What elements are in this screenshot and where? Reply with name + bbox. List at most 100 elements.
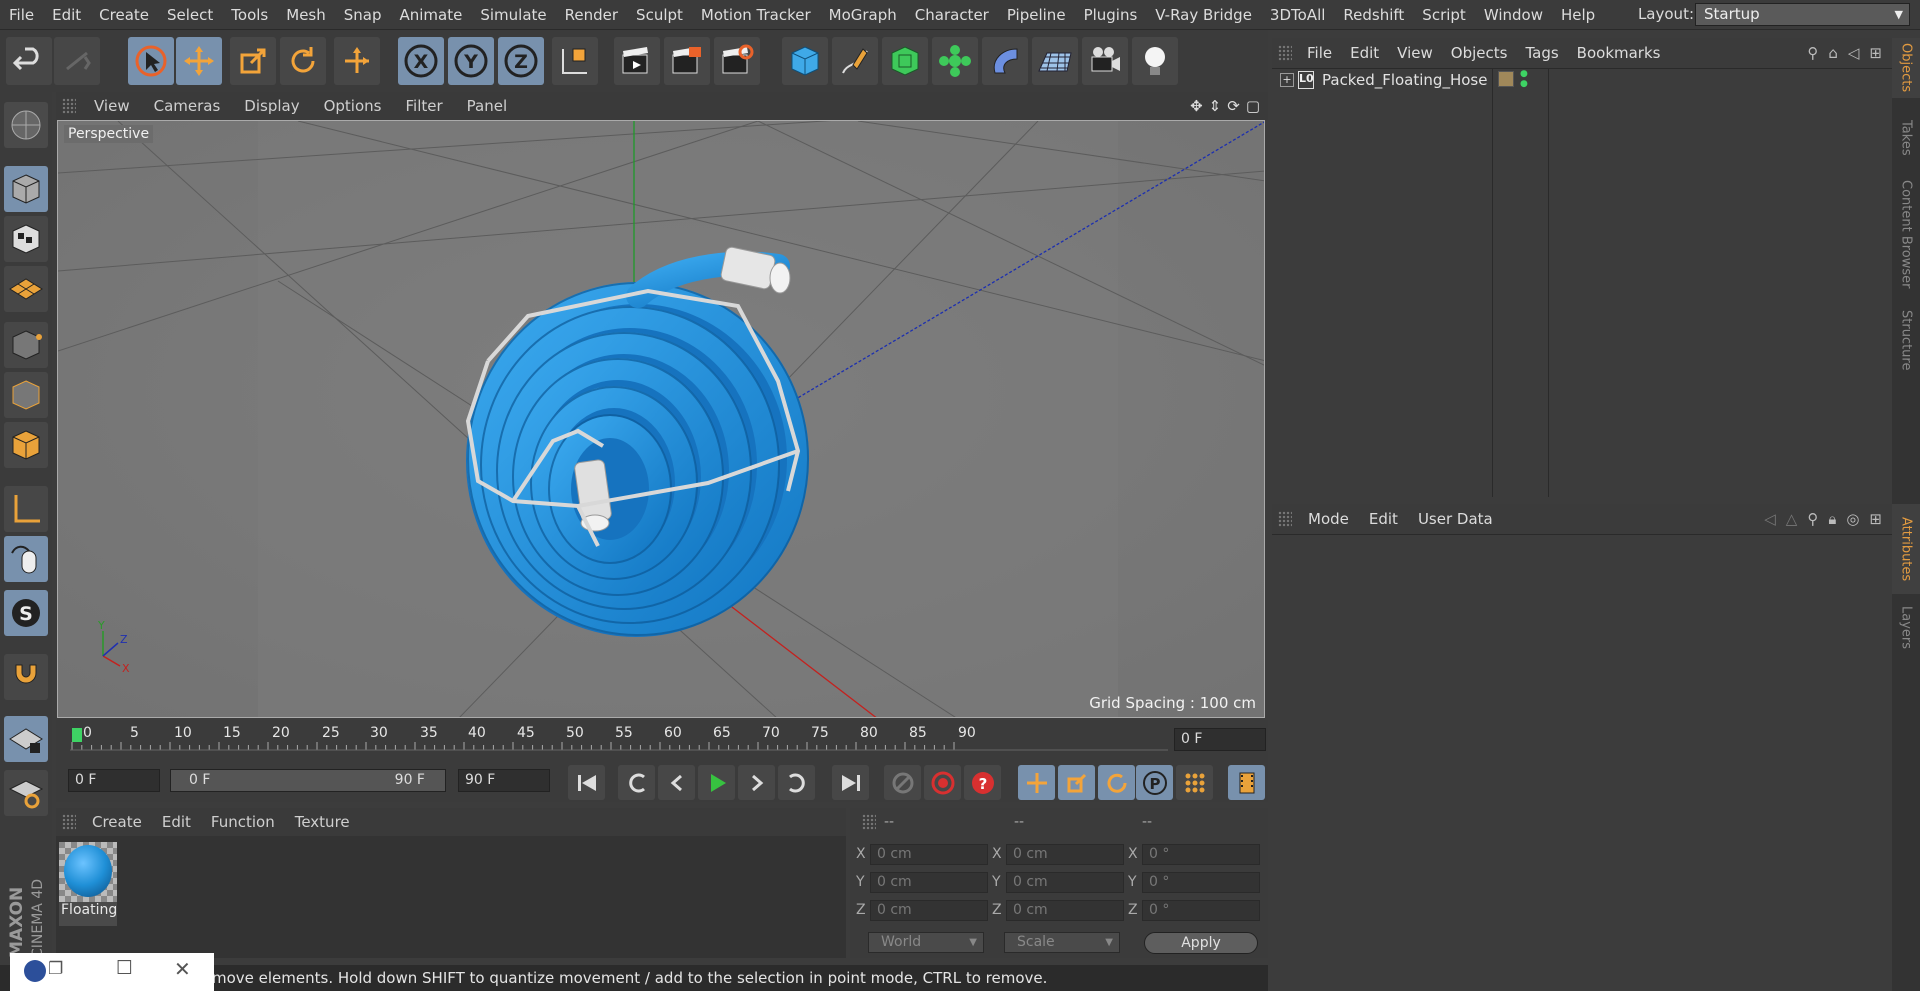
material-menu-edit[interactable]: Edit	[152, 813, 201, 831]
apply-button[interactable]: Apply	[1144, 932, 1258, 954]
back-icon[interactable]: ◁	[1848, 44, 1860, 62]
parameter-key-button[interactable]: P	[1136, 765, 1173, 800]
menu-vray-bridge[interactable]: V-Ray Bridge	[1146, 6, 1261, 24]
tab-takes[interactable]: Takes	[1892, 108, 1920, 168]
planar-workplane-button[interactable]	[4, 770, 48, 816]
close-icon[interactable]: ✕	[174, 957, 191, 981]
tab-content-browser[interactable]: Content Browser	[1892, 174, 1920, 294]
search-icon[interactable]: ⚲	[1807, 510, 1818, 528]
autokeying-button[interactable]	[924, 765, 961, 800]
previous-key-button[interactable]	[618, 765, 655, 800]
point-level-animation-button[interactable]	[1176, 765, 1213, 800]
floor-button[interactable]	[1032, 37, 1078, 85]
menu-mesh[interactable]: Mesh	[277, 6, 335, 24]
menu-redshift[interactable]: Redshift	[1334, 6, 1413, 24]
viewport-menu-cameras[interactable]: Cameras	[142, 97, 233, 115]
perspective-viewport[interactable]: Y X Z Perspective Grid Spacing : 100 cm	[57, 120, 1265, 718]
menu-simulate[interactable]: Simulate	[471, 6, 555, 24]
coordinate-system-button[interactable]	[552, 37, 598, 85]
orbit-icon[interactable]: ⟳	[1227, 97, 1240, 115]
maximize-view-icon[interactable]: ▢	[1246, 97, 1260, 115]
menu-select[interactable]: Select	[158, 6, 222, 24]
previous-frame-button[interactable]	[658, 765, 695, 800]
attribute-menu-edit[interactable]: Edit	[1359, 510, 1408, 528]
restore-icon[interactable]: ❐	[48, 959, 63, 979]
object-row[interactable]: + L0 Packed_Floating_Hose ● ●	[1272, 69, 1892, 93]
timeline-window-button[interactable]	[1228, 765, 1265, 800]
go-to-end-button[interactable]	[832, 765, 869, 800]
rotate-tool-button[interactable]	[280, 37, 326, 85]
back-arrow-icon[interactable]: ◁	[1764, 510, 1776, 528]
rotation-p-field[interactable]: 0 °	[1142, 872, 1260, 893]
menu-3dtoall[interactable]: 3DToAll	[1261, 6, 1334, 24]
size-y-field[interactable]: 0 cm	[1006, 872, 1124, 893]
play-button[interactable]	[698, 765, 735, 800]
frame-range-slider[interactable]: 0 F 90 F	[170, 769, 446, 792]
material-menu-function[interactable]: Function	[201, 813, 285, 831]
menu-script[interactable]: Script	[1413, 6, 1475, 24]
polygons-mode-button[interactable]	[4, 422, 48, 468]
rotation-h-field[interactable]: 0 °	[1142, 844, 1260, 865]
panel-grip-icon[interactable]	[1278, 45, 1292, 61]
transform-tool-button[interactable]	[334, 37, 380, 85]
record-active-objects-button[interactable]	[884, 765, 921, 800]
redo-button[interactable]	[54, 37, 100, 85]
viewport-menu-view[interactable]: View	[82, 97, 142, 115]
render-settings-button[interactable]	[714, 37, 760, 85]
search-icon[interactable]: ⚲	[1807, 44, 1818, 62]
position-z-field[interactable]: 0 cm	[870, 900, 988, 921]
home-icon[interactable]: ⌂	[1828, 44, 1838, 62]
pan-icon[interactable]: ✥	[1190, 97, 1203, 115]
menu-motion-tracker[interactable]: Motion Tracker	[692, 6, 820, 24]
lock-icon[interactable]: 🔒︎	[1828, 510, 1836, 528]
current-frame-field[interactable]: 0 F	[1174, 728, 1266, 751]
layer-color-swatch[interactable]	[1498, 71, 1514, 87]
visibility-dots-icon[interactable]: ● ●	[1520, 69, 1528, 89]
y-axis-lock-button[interactable]: Y	[448, 37, 494, 85]
object-menu-bookmarks[interactable]: Bookmarks	[1568, 44, 1670, 62]
rotation-b-field[interactable]: 0 °	[1142, 900, 1260, 921]
menu-render[interactable]: Render	[556, 6, 627, 24]
transform-mode-dropdown[interactable]: Scale ▼	[1004, 932, 1120, 953]
object-menu-view[interactable]: View	[1388, 44, 1442, 62]
keyframe-selection-button[interactable]: ?	[964, 765, 1001, 800]
subdivision-button[interactable]	[882, 37, 928, 85]
timeline-ruler[interactable]: 0 5 10 15 20 25 30 35 40 45 50 55 60 65 …	[56, 720, 1268, 762]
position-key-button[interactable]	[1018, 765, 1055, 800]
render-view-button[interactable]	[614, 37, 660, 85]
new-panel-icon[interactable]: ⊞	[1869, 44, 1882, 62]
texture-mode-button[interactable]	[4, 216, 48, 262]
end-frame-field[interactable]: 90 F	[458, 769, 550, 792]
layout-dropdown[interactable]: Startup ▼	[1695, 3, 1910, 26]
menu-sculpt[interactable]: Sculpt	[627, 6, 692, 24]
solo-button[interactable]: S	[4, 590, 48, 636]
menu-character[interactable]: Character	[906, 6, 998, 24]
material-swatch[interactable]: Floating	[59, 842, 117, 926]
object-menu-objects[interactable]: Objects	[1442, 44, 1517, 62]
rotation-key-button[interactable]	[1098, 765, 1135, 800]
tweak-mode-button[interactable]	[4, 536, 48, 582]
attribute-menu-user-data[interactable]: User Data	[1408, 510, 1503, 528]
menu-file[interactable]: File	[0, 6, 43, 24]
dolly-icon[interactable]: ⇕	[1209, 97, 1222, 115]
attribute-menu-mode[interactable]: Mode	[1298, 510, 1359, 528]
undo-button[interactable]	[6, 37, 52, 85]
workplane-mode-button[interactable]	[4, 266, 48, 312]
menu-create[interactable]: Create	[90, 6, 158, 24]
size-z-field[interactable]: 0 cm	[1006, 900, 1124, 921]
object-menu-edit[interactable]: Edit	[1341, 44, 1388, 62]
position-y-field[interactable]: 0 cm	[870, 872, 988, 893]
panel-grip-icon[interactable]	[862, 814, 876, 830]
object-menu-tags[interactable]: Tags	[1516, 44, 1567, 62]
next-frame-button[interactable]	[738, 765, 775, 800]
tab-layers[interactable]: Layers	[1892, 598, 1920, 658]
tab-structure[interactable]: Structure	[1892, 300, 1920, 380]
menu-window[interactable]: Window	[1475, 6, 1552, 24]
target-icon[interactable]: ◎	[1846, 510, 1859, 528]
camera-label[interactable]: Perspective	[64, 125, 154, 143]
menu-animate[interactable]: Animate	[391, 6, 472, 24]
light-button[interactable]	[1132, 37, 1178, 85]
snap-button[interactable]	[4, 654, 48, 700]
render-picture-viewer-button[interactable]	[664, 37, 710, 85]
menu-plugins[interactable]: Plugins	[1075, 6, 1147, 24]
